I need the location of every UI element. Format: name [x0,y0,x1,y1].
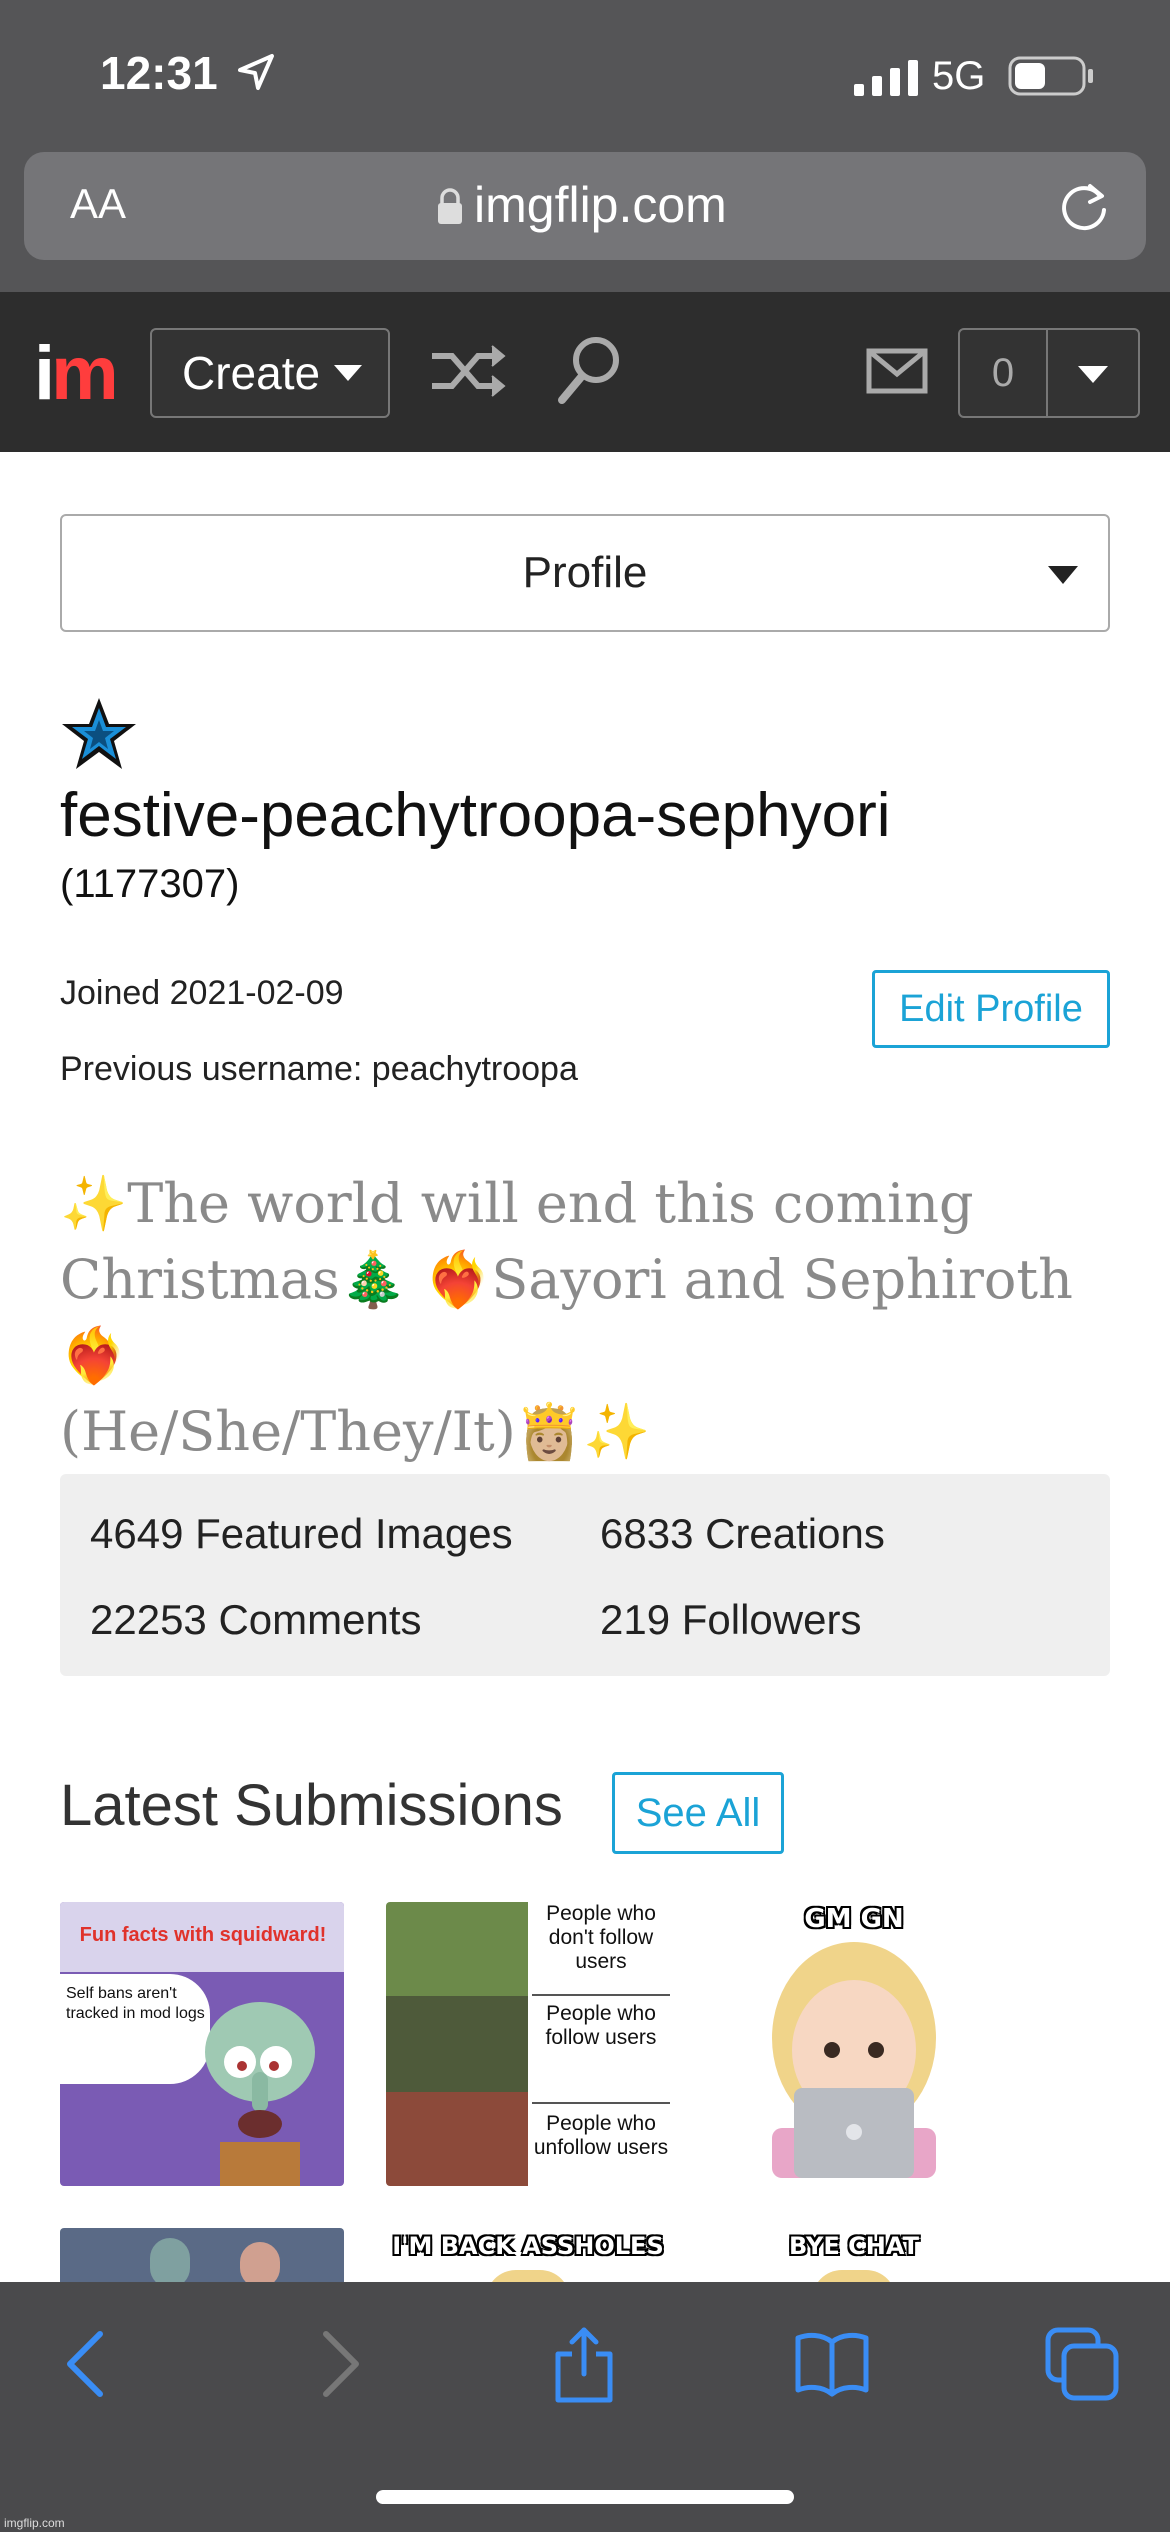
thumb-figure [150,2238,190,2288]
notifications-button[interactable]: 0 [958,328,1140,418]
share-icon[interactable] [544,2324,624,2404]
reload-icon[interactable] [1054,176,1114,236]
stat-creations[interactable]: 6833 Creations [600,1510,885,1558]
mail-icon[interactable] [866,348,928,394]
star-icon [62,698,136,769]
bio-line: Christmas🎄 ❤️‍🔥Sayori and Sephiroth❤️‍🔥 [60,1248,1073,1387]
status-time: 12:31 [100,47,218,99]
buzz-panel-image [386,2092,528,2186]
edit-profile-button[interactable]: Edit Profile [872,970,1110,1048]
see-all-button[interactable]: See All [612,1772,784,1854]
url-text[interactable]: imgflip.com [474,176,727,234]
create-label: Create [182,347,321,399]
submission-thumb[interactable]: I'M BACK ASSHOLES [386,2228,670,2288]
logo-m: m [51,331,119,416]
buzz-panel-image [386,1996,528,2092]
browser-top-chrome: 12:31 5G AA imgflip.com [0,0,1170,292]
profile-stats: 4649 Featured Images 6833 Creations 2225… [60,1474,1110,1676]
create-button[interactable]: Create [150,328,390,418]
tabs-icon[interactable] [1042,2324,1122,2404]
thumb-caption: I'M BACK ASSHOLES [392,2232,664,2260]
submission-thumb[interactable]: GM GN [712,1902,996,2186]
panel-text: People who don't follow users [546,1902,656,1973]
profile-bio: ✨The world will end this coming Christma… [60,1166,1120,1470]
divider [532,1994,670,1996]
battery-icon [1008,56,1093,96]
caret-down-icon [1078,366,1108,383]
submission-thumb[interactable] [60,2228,344,2288]
search-icon[interactable] [554,332,624,408]
network-type: 5G [932,54,986,98]
submission-thumb[interactable]: BYE CHAT [712,2228,996,2288]
signal-icon [854,60,918,96]
home-indicator [376,2490,794,2504]
site-navbar: im Create 0 [0,292,1170,452]
caret-down-icon [334,365,363,381]
thumb-title: Fun facts with squidward! [79,1924,327,1946]
lock-icon [438,188,462,224]
logo-i: i [34,331,55,416]
panel-text: People who unfollow users [533,2112,669,2159]
submission-thumb[interactable]: People who don't follow users People who… [386,1902,670,2186]
profile-username: festive-peachytroopa-sephyori [60,781,891,850]
squidward-illustration [205,2002,315,2186]
divider [532,2102,670,2104]
bookmarks-icon[interactable] [792,2324,872,2404]
buzz-panel-image [386,1902,528,1996]
memoji-illustration [772,1942,936,2178]
bio-line: (He/She/They/It)👸🏼✨ [60,1400,651,1463]
notification-count: 0 [960,330,1048,416]
imgflip-watermark: imgflip.com [4,2516,65,2530]
submission-thumb[interactable]: Fun facts with squidward! Self bans aren… [60,1902,344,2186]
profile-section-select[interactable]: Profile [60,514,1110,632]
caret-down-icon [1048,566,1078,584]
shuffle-icon[interactable] [428,336,510,406]
previous-username: Previous username: peachytroopa [60,1050,578,1088]
stat-followers[interactable]: 219 Followers [600,1596,861,1644]
imgflip-logo[interactable]: im [34,330,119,417]
thumb-caption: BYE CHAT [789,2232,919,2260]
profile-select-value: Profile [522,548,648,597]
address-bar[interactable]: AA imgflip.com [24,152,1146,260]
latest-submissions-heading: Latest Submissions [60,1773,563,1838]
stat-comments[interactable]: 22253 Comments [90,1596,422,1644]
joined-date: Joined 2021-02-09 [60,974,344,1012]
text-size-button[interactable]: AA [70,180,126,228]
panel-text: People who follow users [545,2002,657,2049]
forward-icon[interactable] [298,2324,378,2404]
profile-user-id: (1177307) [60,862,240,906]
back-icon[interactable] [48,2324,128,2404]
stat-featured-images[interactable]: 4649 Featured Images [90,1510,513,1558]
thumb-caption: GM GN [804,1904,904,1934]
bio-line: ✨The world will end this coming [60,1172,974,1235]
location-arrow-icon [238,54,274,90]
